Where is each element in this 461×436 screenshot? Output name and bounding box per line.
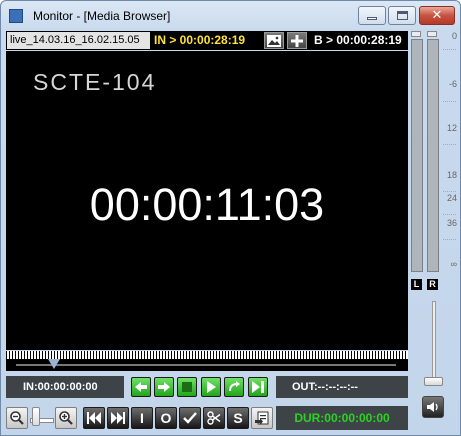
- image-icon: [267, 34, 281, 47]
- add-marker-button[interactable]: [287, 32, 307, 49]
- scte-overlay-label: SCTE-104: [33, 69, 157, 95]
- out-point-display: OUT:--:--:--:--: [276, 376, 408, 398]
- video-timecode: 00:00:11:03: [89, 179, 325, 230]
- play-icon: [207, 381, 216, 393]
- maximize-icon: [396, 11, 408, 20]
- meter-left: [411, 39, 423, 272]
- minimize-icon: [367, 17, 377, 20]
- play-to-end-icon: [252, 381, 264, 393]
- scissors-icon: [207, 411, 221, 425]
- scale-tick: 18: [446, 170, 457, 180]
- meter-right: [427, 39, 439, 272]
- zoom-out-icon: [10, 411, 24, 425]
- skip-forward-icon: [111, 412, 125, 424]
- in-timecode: IN > 00:00:28:19: [154, 33, 246, 47]
- mark-out-button[interactable]: O: [155, 407, 177, 429]
- timecode-bar: live_14.03.16_16.02.15.05 IN > 00:00:28:…: [6, 31, 408, 50]
- video-preview[interactable]: SCTE-104 00:00:11:03: [6, 51, 408, 350]
- scale-line: [443, 49, 456, 50]
- redo-icon: [228, 381, 240, 392]
- scale-tick: 0: [451, 31, 457, 41]
- volume-slider-thumb[interactable]: [424, 377, 443, 386]
- forward-button[interactable]: [154, 377, 174, 397]
- stop-icon: [182, 382, 192, 392]
- checkmark-icon: [183, 412, 197, 424]
- zoom-out-button[interactable]: [6, 407, 28, 429]
- scale-tick: ∞: [450, 259, 457, 269]
- b-timecode: B > 00:00:28:19: [314, 33, 402, 47]
- arrow-right-icon: [158, 382, 170, 392]
- meter-label-right: R: [427, 279, 438, 290]
- play-button[interactable]: [201, 377, 221, 397]
- skip-back-icon: [87, 412, 101, 424]
- title-bar[interactable]: Monitor - [Media Browser] ✕: [1, 1, 460, 31]
- mute-button[interactable]: [422, 396, 444, 418]
- timeline-ruler: [6, 351, 408, 360]
- zoom-slider-thumb[interactable]: [32, 407, 40, 426]
- scale-line: [443, 214, 456, 215]
- mark-out-label: O: [160, 410, 172, 426]
- rewind-button[interactable]: [131, 377, 151, 397]
- arrow-left-icon: [135, 382, 147, 392]
- scale-line: [443, 239, 456, 240]
- loop-button[interactable]: [224, 377, 244, 397]
- scale-tick: 24: [446, 193, 457, 203]
- confirm-button[interactable]: [179, 407, 201, 429]
- stop-button[interactable]: [177, 377, 197, 397]
- meter-peak-left: [411, 31, 421, 37]
- in-point-display: IN:00:00:00:00: [6, 376, 124, 398]
- go-to-start-button[interactable]: [83, 407, 105, 429]
- split-label: S: [233, 410, 243, 426]
- scale-line: [443, 191, 456, 192]
- close-icon: ✕: [431, 8, 443, 23]
- window-title: Monitor - [Media Browser]: [33, 9, 171, 23]
- snapshot-button[interactable]: [264, 32, 284, 49]
- scale-tick: 12: [446, 123, 457, 133]
- app-icon: [9, 9, 23, 23]
- timeline-line: [16, 364, 396, 366]
- export-button[interactable]: [251, 407, 273, 429]
- monitor-window: Monitor - [Media Browser] ✕ live_14.03.1…: [0, 0, 461, 436]
- audio-meters: L R 0 -6 12 18 24 36 ∞: [409, 31, 459, 291]
- cut-button[interactable]: [203, 407, 225, 429]
- scale-line: [443, 144, 456, 145]
- meter-scale: 0 -6 12 18 24 36 ∞: [441, 31, 459, 271]
- plus-icon: [291, 34, 303, 47]
- speaker-icon: [427, 402, 438, 412]
- timeline-track[interactable]: [6, 360, 408, 371]
- zoom-in-button[interactable]: [55, 407, 77, 429]
- playhead[interactable]: [48, 359, 60, 369]
- minimize-button[interactable]: [358, 6, 386, 25]
- close-button[interactable]: ✕: [419, 6, 455, 25]
- go-to-end-button[interactable]: [107, 407, 129, 429]
- scale-line: [443, 101, 456, 102]
- mark-in-button[interactable]: I: [131, 407, 153, 429]
- play-to-end-button[interactable]: [248, 377, 268, 397]
- meter-label-left: L: [411, 279, 422, 290]
- zoom-in-icon: [59, 411, 73, 425]
- scale-tick: 36: [446, 218, 457, 228]
- mark-in-label: I: [140, 410, 144, 426]
- maximize-button[interactable]: [388, 6, 416, 25]
- export-icon: [254, 411, 268, 425]
- timeline[interactable]: [6, 351, 408, 373]
- clip-name: live_14.03.16_16.02.15.05: [7, 32, 150, 49]
- scale-tick: -6: [448, 79, 457, 89]
- split-button[interactable]: S: [227, 407, 249, 429]
- volume-slider-track[interactable]: [432, 301, 436, 383]
- duration-display: DUR:00:00:00:00: [276, 406, 408, 430]
- meter-peak-right: [427, 31, 437, 37]
